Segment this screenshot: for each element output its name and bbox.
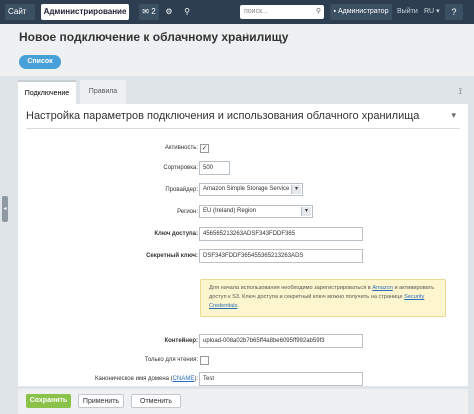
list-button[interactable]: Список	[19, 55, 61, 69]
notifications-count: 2	[151, 7, 156, 16]
save-button[interactable]: Сохранить	[26, 394, 71, 408]
search-input[interactable]: поиск... ⚲	[240, 5, 324, 19]
star-icon[interactable]: ☆	[242, 30, 252, 43]
tab-connection[interactable]: Подключение	[18, 80, 76, 104]
sort-input[interactable]: 500	[199, 161, 230, 175]
user-button[interactable]: ▪ Администратор	[330, 4, 392, 20]
form-actions: Сохранить Применить Отменить	[18, 389, 468, 414]
cname-label-prefix: Каноническое имя домена (	[95, 376, 173, 382]
bell-icon: ✉	[142, 7, 149, 16]
container-label: Контейнер:	[164, 338, 198, 344]
provider-select[interactable]: Amazon Simple Storage Service ▾	[199, 183, 303, 196]
amazon-link[interactable]: Amazon	[372, 285, 393, 291]
language-value: RU	[424, 8, 435, 15]
access-key-label: Ключ доступа:	[154, 231, 198, 237]
cname-label: Каноническое имя домена (CNAME):	[18, 376, 198, 382]
pin-icon[interactable]: ⚲	[181, 4, 193, 20]
provider-label: Провайдер:	[165, 187, 198, 193]
sort-label: Сортировка:	[163, 165, 198, 171]
tab-bar: Подключение Правила ⟟	[18, 80, 468, 104]
help-button[interactable]: ?	[445, 4, 463, 20]
cname-link[interactable]: CNAME	[173, 376, 195, 382]
access-key-input[interactable]: 456565213263ADSF343FDDF365	[199, 227, 363, 241]
chevron-down-icon: ▾	[434, 8, 440, 15]
search-placeholder: поиск...	[244, 8, 268, 15]
site-button[interactable]: Сайт	[5, 4, 35, 20]
user-icon: ▪	[333, 8, 336, 15]
readonly-checkbox[interactable]	[200, 356, 209, 365]
secret-key-input[interactable]: DSF343FDDF365455365213263ADS	[199, 249, 363, 263]
notifications-button[interactable]: ✉ 2	[139, 4, 159, 20]
cname-label-suffix: ):	[194, 376, 198, 382]
admin-topbar: Сайт Администрирование ✉ 2 ⚙ ⚲ поиск... …	[0, 0, 474, 24]
active-label: Активность:	[164, 145, 198, 151]
collapse-icon[interactable]: ▾	[451, 110, 456, 121]
note-text-1: Для начала использования необходимо заре…	[209, 285, 371, 291]
form-panel: Настройка параметров подключения и испол…	[18, 104, 468, 386]
gear-icon[interactable]: ⚙	[163, 4, 175, 20]
provider-value: Amazon Simple Storage Service	[203, 186, 290, 192]
language-select[interactable]: RU ▾	[424, 4, 440, 20]
cancel-button[interactable]: Отменить	[131, 394, 181, 408]
info-note: Для начала использования необходимо заре…	[200, 279, 446, 317]
chevron-down-icon: ▾	[291, 185, 301, 194]
region-select[interactable]: EU (Ireland) Region ▾	[199, 205, 313, 218]
apply-button[interactable]: Применить	[78, 394, 124, 408]
section-divider	[26, 128, 460, 129]
chevron-down-icon: ▾	[301, 207, 311, 216]
secret-key-label: Секретный ключ:	[146, 253, 198, 259]
section-title: Настройка параметров подключения и испол…	[26, 110, 420, 122]
tab-rules[interactable]: Правила	[80, 80, 126, 104]
cname-input[interactable]: Test	[199, 372, 363, 386]
admin-button[interactable]: Администрирование	[41, 4, 129, 20]
search-icon: ⚲	[315, 8, 321, 15]
user-name: Администратор	[337, 8, 389, 15]
logout-link[interactable]: Выйти	[397, 4, 418, 20]
container-input[interactable]: upload-008a02b7b65ff4a8be6095ff992ab59f3	[199, 334, 363, 348]
pin-tabs-icon[interactable]: ⟟	[459, 86, 462, 97]
readonly-label: Только для чтения:	[144, 357, 198, 363]
region-label: Регион:	[177, 209, 198, 215]
active-checkbox[interactable]: ✓	[200, 144, 209, 153]
side-panel-handle[interactable]: ◂	[2, 196, 8, 222]
region-value: EU (Ireland) Region	[203, 208, 257, 214]
